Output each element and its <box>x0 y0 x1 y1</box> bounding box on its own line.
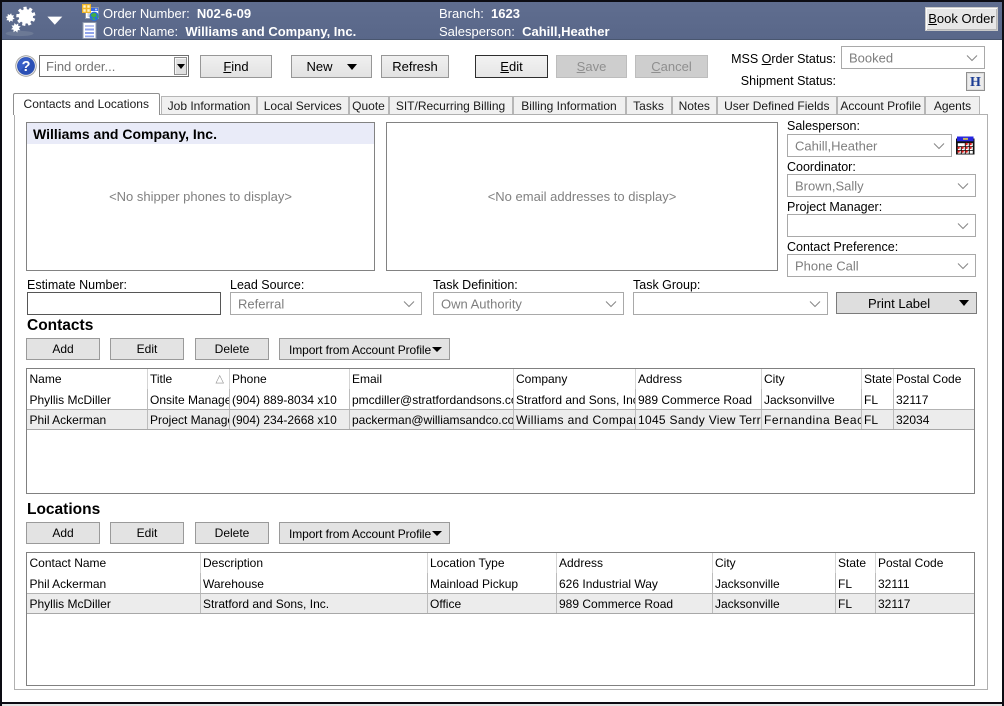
svg-text:?: ? <box>22 59 31 75</box>
